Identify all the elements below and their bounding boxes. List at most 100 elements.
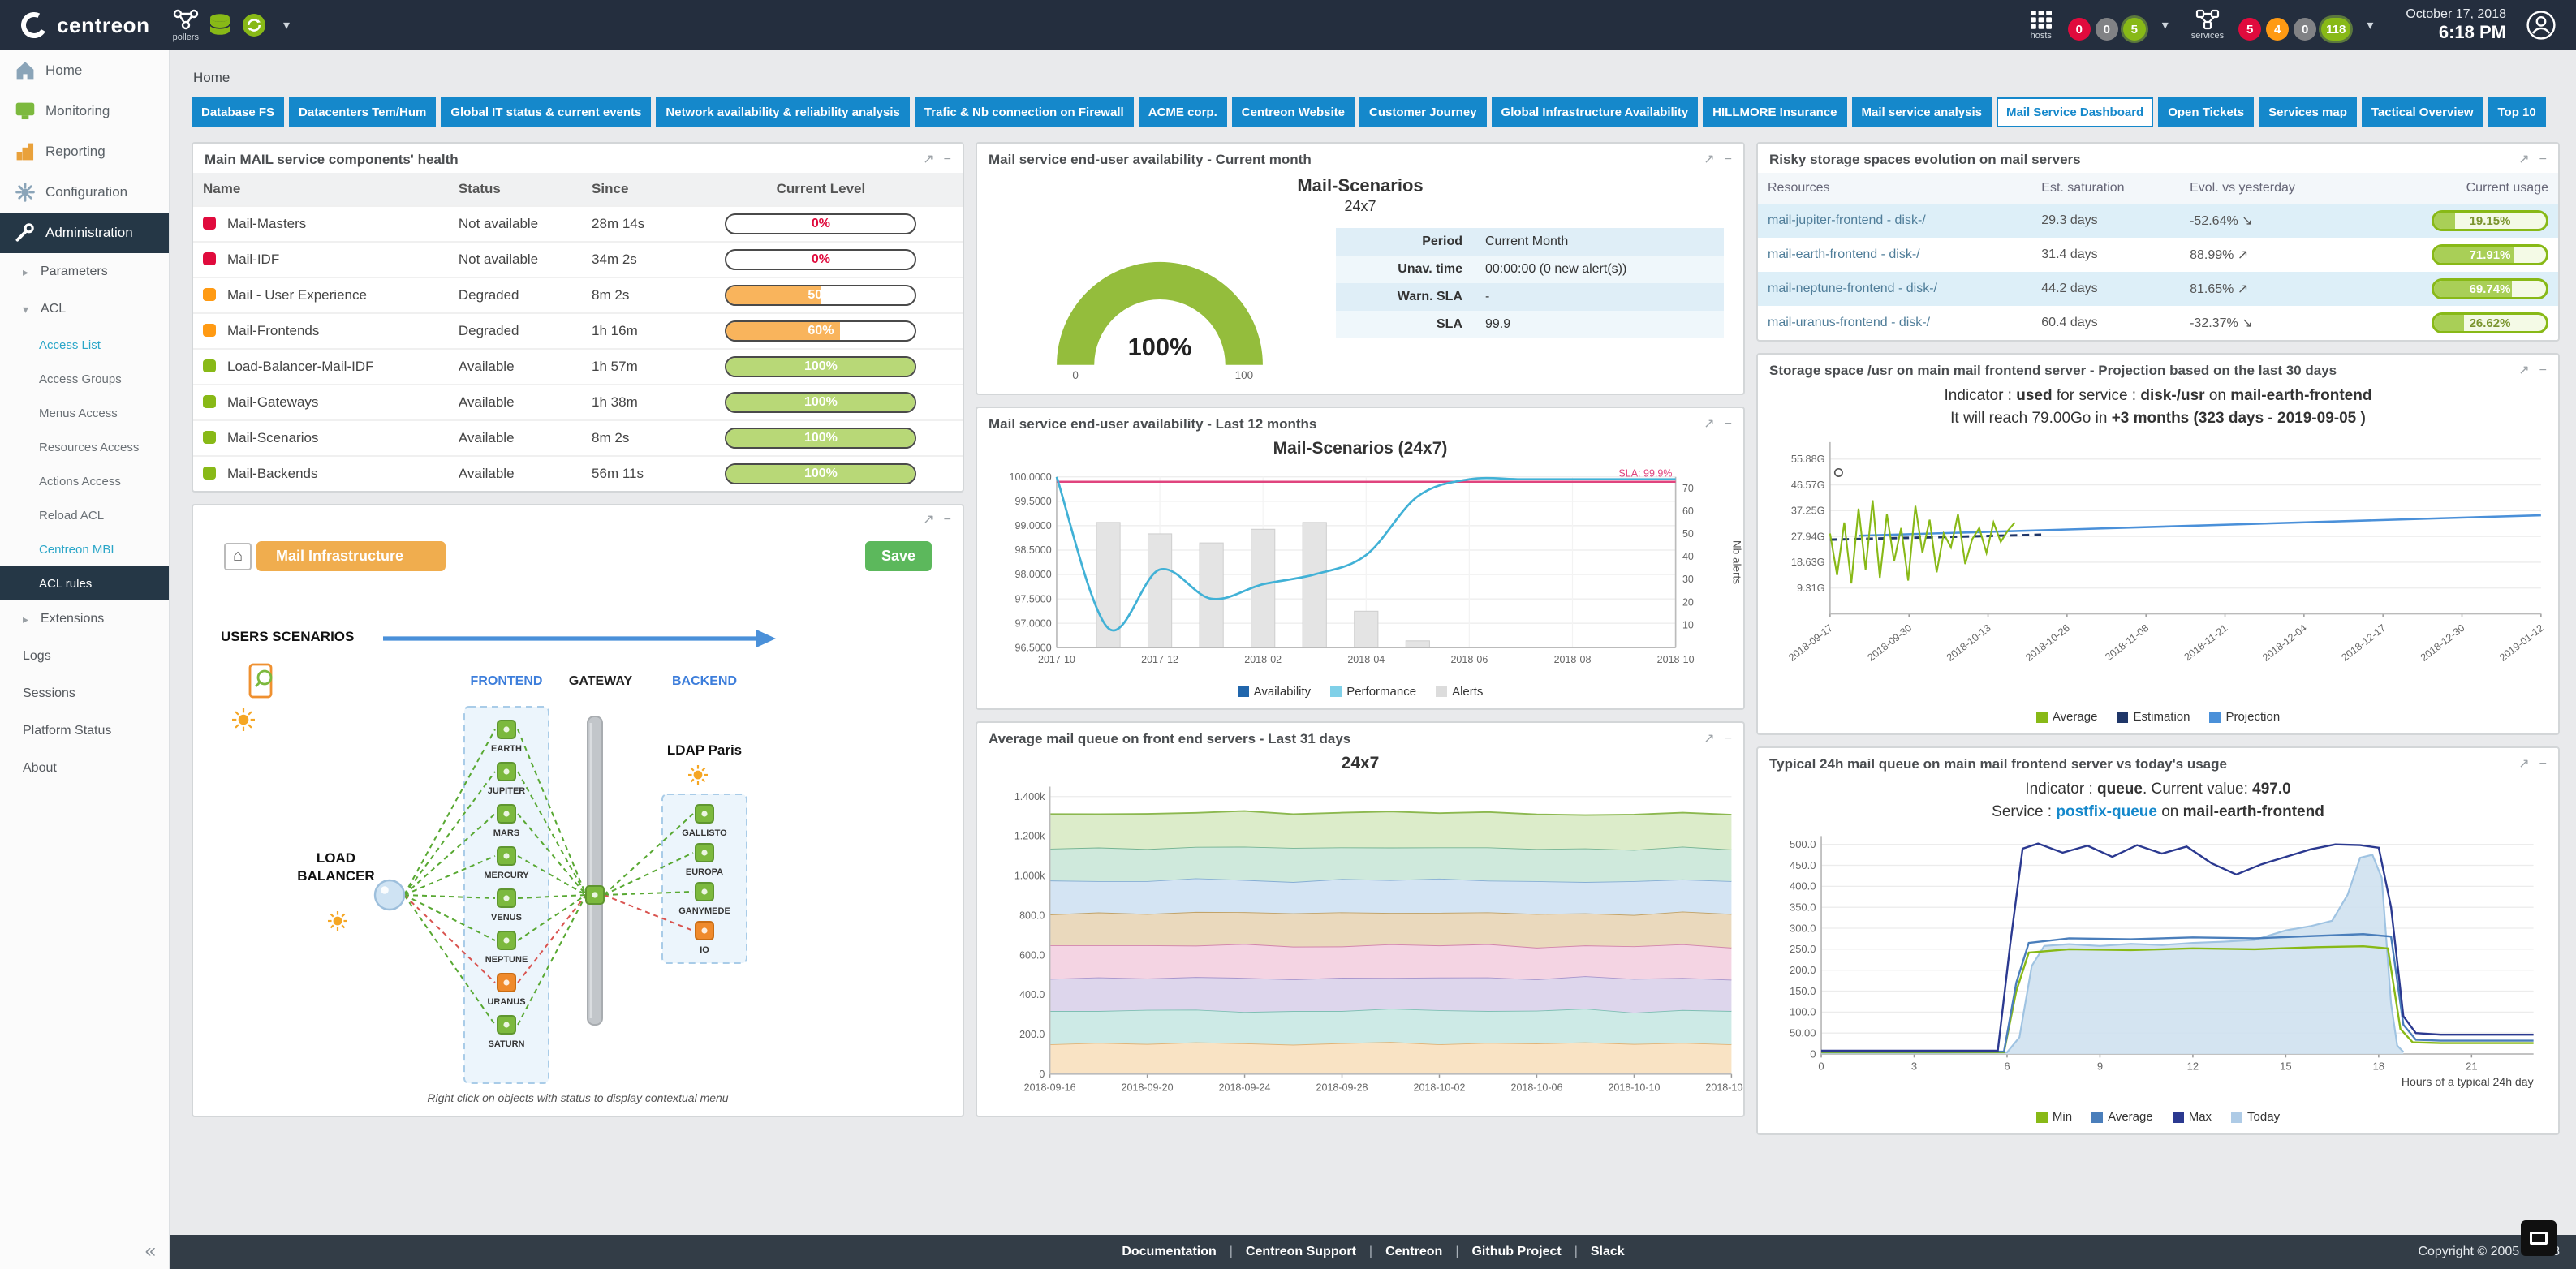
tab-open-tickets[interactable]: Open Tickets	[2158, 97, 2254, 127]
panel-minimize-icon[interactable]: −	[2539, 153, 2547, 166]
tab-datacenters-tem-hum[interactable]: Datacenters Tem/Hum	[289, 97, 436, 127]
sidebar-item-extensions[interactable]: ▸Extensions	[0, 600, 169, 638]
footer-link-centreon-support[interactable]: Centreon Support	[1246, 1245, 1356, 1259]
footer-link-github-project[interactable]: Github Project	[1471, 1245, 1561, 1259]
table-row[interactable]: Mail-BackendsAvailable56m 11s100%	[193, 456, 963, 491]
tab-centreon-website[interactable]: Centreon Website	[1232, 97, 1355, 127]
status-badge[interactable]: 0	[2068, 18, 2091, 41]
table-row[interactable]: Mail-IDFNot available34m 2s0%	[193, 242, 963, 277]
tab-database-fs[interactable]: Database FS	[192, 97, 284, 127]
tab-trafic-nb-connection-on-firewall[interactable]: Trafic & Nb connection on Firewall	[915, 97, 1134, 127]
status-badge[interactable]: 0	[2096, 18, 2118, 41]
panel-minimize-icon[interactable]: −	[944, 514, 951, 527]
sidebar-item-menus-access[interactable]: Menus Access	[0, 396, 169, 430]
status-badge[interactable]: 0	[2294, 18, 2316, 41]
status-badge[interactable]: 5	[2123, 18, 2146, 41]
panel-minimize-icon[interactable]: −	[1725, 733, 1732, 746]
panel-export-icon[interactable]: ↗	[2518, 364, 2529, 377]
status-square-icon	[203, 288, 216, 301]
sidebar-item-access-list[interactable]: Access List	[0, 328, 169, 362]
sidebar-item-centreon-mbi[interactable]: Centreon MBI	[0, 532, 169, 566]
usage-pill: 26.62%	[2432, 312, 2548, 333]
tab-tactical-overview[interactable]: Tactical Overview	[2362, 97, 2483, 127]
table-row[interactable]: mail-earth-frontend - disk-/31.4 days88.…	[1758, 238, 2558, 272]
table-row[interactable]: Mail-ScenariosAvailable8m 2s100%	[193, 420, 963, 456]
panel-minimize-icon[interactable]: −	[944, 153, 951, 166]
sidebar-item-reporting[interactable]: Reporting	[0, 131, 169, 172]
panel-minimize-icon[interactable]: −	[1725, 153, 1732, 166]
status-badge[interactable]: 118	[2321, 18, 2350, 41]
services-chevron-down-icon[interactable]: ▾	[2367, 17, 2373, 33]
sidebar-item-logs[interactable]: Logs	[0, 638, 169, 675]
tab-top-10[interactable]: Top 10	[2488, 97, 2546, 127]
last12-chart-title: Mail-Scenarios (24x7)	[977, 439, 1743, 458]
hosts-button[interactable]: hosts	[2029, 9, 2053, 41]
status-badge[interactable]: 5	[2238, 18, 2261, 41]
panel-minimize-icon[interactable]: −	[1725, 418, 1732, 431]
table-row[interactable]: Load-Balancer-Mail-IDFAvailable1h 57m100…	[193, 349, 963, 385]
sidebar-item-configuration[interactable]: Configuration	[0, 172, 169, 213]
sidebar-item-monitoring[interactable]: Monitoring	[0, 91, 169, 131]
panel-minimize-icon[interactable]: −	[2539, 364, 2547, 377]
panel-export-icon[interactable]: ↗	[923, 153, 933, 166]
tab-mail-service-dashboard[interactable]: Mail Service Dashboard	[1997, 97, 2153, 127]
table-row[interactable]: Mail-MastersNot available28m 14s0%	[193, 206, 963, 242]
panel-export-icon[interactable]: ↗	[1704, 418, 1714, 431]
tab-global-it-status-current-events[interactable]: Global IT status & current events	[441, 97, 651, 127]
sidebar-item-sessions[interactable]: Sessions	[0, 675, 169, 712]
svg-text:2018-10: 2018-10	[1657, 654, 1695, 665]
services-button[interactable]: services	[2191, 9, 2224, 41]
footer-link-centreon[interactable]: Centreon	[1385, 1245, 1442, 1259]
table-row[interactable]: Mail-FrontendsDegraded1h 16m60%	[193, 313, 963, 349]
tab-customer-journey[interactable]: Customer Journey	[1359, 97, 1487, 127]
status-badge[interactable]: 4	[2266, 18, 2289, 41]
engine-button[interactable]	[241, 12, 267, 38]
footer-link-slack[interactable]: Slack	[1591, 1245, 1625, 1259]
pollers-chevron-down-icon[interactable]: ▾	[283, 17, 290, 33]
sidebar-item-acl[interactable]: ▾ACL	[0, 290, 169, 328]
sidebar-item-reload-acl[interactable]: Reload ACL	[0, 498, 169, 532]
sidebar-item-about[interactable]: About	[0, 750, 169, 787]
svg-text:400.0: 400.0	[1790, 880, 1816, 893]
tab-services-map[interactable]: Services map	[2259, 97, 2357, 127]
panel-export-icon[interactable]: ↗	[2518, 153, 2529, 166]
table-row[interactable]: Mail-GatewaysAvailable1h 38m100%	[193, 385, 963, 420]
help-widget-button[interactable]	[2521, 1220, 2557, 1256]
sidebar-item-actions-access[interactable]: Actions Access	[0, 464, 169, 498]
broker-database-icon	[209, 13, 231, 37]
sidebar-collapse-button[interactable]: «	[145, 1240, 156, 1263]
tab-acme-corp[interactable]: ACME corp.	[1139, 97, 1227, 127]
sidebar-item-access-groups[interactable]: Access Groups	[0, 362, 169, 396]
tab-hillmore-insurance[interactable]: HILLMORE Insurance	[1703, 97, 1846, 127]
panel-export-icon[interactable]: ↗	[923, 514, 933, 527]
sidebar-item-acl-rules[interactable]: ACL rules	[0, 566, 169, 600]
sidebar-item-platform-status[interactable]: Platform Status	[0, 712, 169, 750]
tab-mail-service-analysis[interactable]: Mail service analysis	[1852, 97, 1992, 127]
breadcrumb[interactable]: Home	[193, 70, 230, 86]
sidebar-item-parameters[interactable]: ▸Parameters	[0, 253, 169, 290]
panel-export-icon[interactable]: ↗	[1704, 733, 1714, 746]
brand-logo[interactable]: centreon	[0, 11, 173, 40]
table-row[interactable]: Mail - User ExperienceDegraded8m 2s50%	[193, 277, 963, 313]
svg-text:27.94G: 27.94G	[1791, 531, 1825, 543]
tab-global-infrastructure-availability[interactable]: Global Infrastructure Availability	[1492, 97, 1699, 127]
broker-button[interactable]	[209, 13, 231, 37]
svg-text:2018-10-10: 2018-10-10	[1608, 1082, 1660, 1093]
footer-link-documentation[interactable]: Documentation	[1122, 1245, 1216, 1259]
hosts-chevron-down-icon[interactable]: ▾	[2162, 17, 2169, 33]
user-menu-button[interactable]	[2526, 10, 2557, 41]
svg-text:21: 21	[2466, 1060, 2477, 1073]
sidebar-item-home[interactable]: Home	[0, 50, 169, 91]
usage-pill: 69.74%	[2432, 278, 2548, 299]
panel-export-icon[interactable]: ↗	[2518, 758, 2529, 771]
pollers-button[interactable]: pollers	[173, 9, 199, 42]
panel-export-icon[interactable]: ↗	[1704, 153, 1714, 166]
table-row[interactable]: mail-jupiter-frontend - disk-/29.3 days-…	[1758, 204, 2558, 238]
tab-network-availability-reliability-analysis[interactable]: Network availability & reliability analy…	[656, 97, 909, 127]
sidebar-item-resources-access[interactable]: Resources Access	[0, 430, 169, 464]
svg-text:100: 100	[1235, 369, 1253, 381]
table-row[interactable]: mail-uranus-frontend - disk-/60.4 days-3…	[1758, 306, 2558, 340]
sidebar-item-administration[interactable]: Administration	[0, 213, 169, 253]
panel-minimize-icon[interactable]: −	[2539, 758, 2547, 771]
table-row[interactable]: mail-neptune-frontend - disk-/44.2 days8…	[1758, 272, 2558, 306]
